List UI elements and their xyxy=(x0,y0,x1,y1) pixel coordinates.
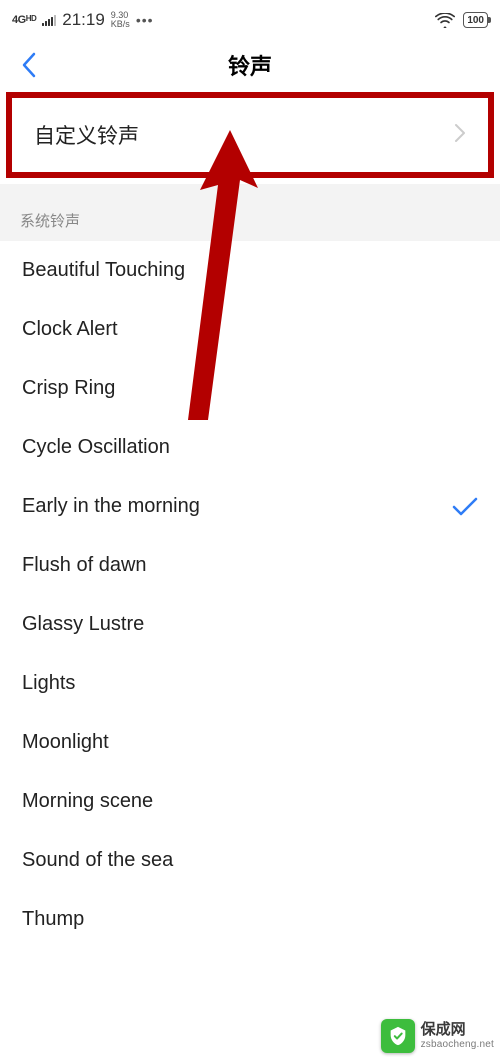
watermark-brand-cn: 保成网 xyxy=(421,1022,494,1039)
custom-ringtone-row[interactable]: 自定义铃声 xyxy=(6,92,494,178)
ringtone-name: Moonlight xyxy=(22,731,109,754)
ringtone-name: Flush of dawn xyxy=(22,554,147,577)
ringtone-item[interactable]: Sound of the sea xyxy=(0,831,500,890)
ringtone-item[interactable]: Lights xyxy=(0,654,500,713)
ringtone-item[interactable]: Thump xyxy=(0,890,500,949)
battery-text: 100 xyxy=(467,15,484,26)
chevron-left-icon xyxy=(21,52,37,78)
ringtone-name: Glassy Lustre xyxy=(22,613,144,636)
speed-unit: KB/s xyxy=(111,20,130,29)
back-button[interactable] xyxy=(14,50,44,80)
chevron-right-icon xyxy=(454,123,466,148)
signal-bars-icon xyxy=(42,14,56,26)
ringtone-name: Cycle Oscillation xyxy=(22,436,170,459)
ringtone-item[interactable]: Clock Alert xyxy=(0,300,500,359)
ringtone-name: Lights xyxy=(22,672,75,695)
wifi-icon xyxy=(435,13,455,28)
status-bar: 4GHD 21:19 9.30 KB/s ••• 100 xyxy=(0,0,500,38)
network-type: 4GHD xyxy=(12,14,36,26)
ringtone-name: Crisp Ring xyxy=(22,377,115,400)
ringtone-name: Clock Alert xyxy=(22,318,118,341)
status-right: 100 xyxy=(435,12,488,28)
ringtone-item[interactable]: Flush of dawn xyxy=(0,536,500,595)
ringtone-item[interactable]: Morning scene xyxy=(0,772,500,831)
clock-time: 21:19 xyxy=(62,10,105,30)
watermark-text: 保成网 zsbaocheng.net xyxy=(421,1022,494,1050)
network-label: 4G xyxy=(12,14,26,26)
page-title: 铃声 xyxy=(228,49,272,81)
custom-ringtone-label: 自定义铃声 xyxy=(34,120,139,150)
watermark-badge-icon xyxy=(381,1019,415,1053)
ringtone-name: Morning scene xyxy=(22,790,153,813)
ringtone-item[interactable]: Moonlight xyxy=(0,713,500,772)
ringtone-item[interactable]: Early in the morning xyxy=(0,477,500,536)
watermark-brand-en: zsbaocheng.net xyxy=(421,1039,494,1050)
status-left: 4GHD 21:19 9.30 KB/s ••• xyxy=(12,10,154,30)
custom-ringtone-section: 自定义铃声 xyxy=(0,92,500,178)
watermark: 保成网 zsbaocheng.net xyxy=(375,1015,500,1057)
network-sup: HD xyxy=(26,14,37,23)
section-header-system: 系统铃声 xyxy=(0,202,500,241)
section-gap xyxy=(0,184,500,202)
more-icon: ••• xyxy=(136,12,154,28)
ringtone-name: Thump xyxy=(22,908,84,931)
checkmark-icon xyxy=(452,497,478,517)
network-speed: 9.30 KB/s xyxy=(111,11,130,29)
nav-header: 铃声 xyxy=(0,38,500,92)
ringtone-name: Sound of the sea xyxy=(22,849,173,872)
ringtone-item[interactable]: Glassy Lustre xyxy=(0,595,500,654)
ringtone-name: Early in the morning xyxy=(22,495,200,518)
ringtone-item[interactable]: Beautiful Touching xyxy=(0,241,500,300)
ringtone-name: Beautiful Touching xyxy=(22,259,185,282)
ringtone-item[interactable]: Cycle Oscillation xyxy=(0,418,500,477)
ringtone-item[interactable]: Crisp Ring xyxy=(0,359,500,418)
battery-indicator: 100 xyxy=(463,12,488,28)
ringtone-list: Beautiful Touching Clock Alert Crisp Ring C… xyxy=(0,241,500,949)
